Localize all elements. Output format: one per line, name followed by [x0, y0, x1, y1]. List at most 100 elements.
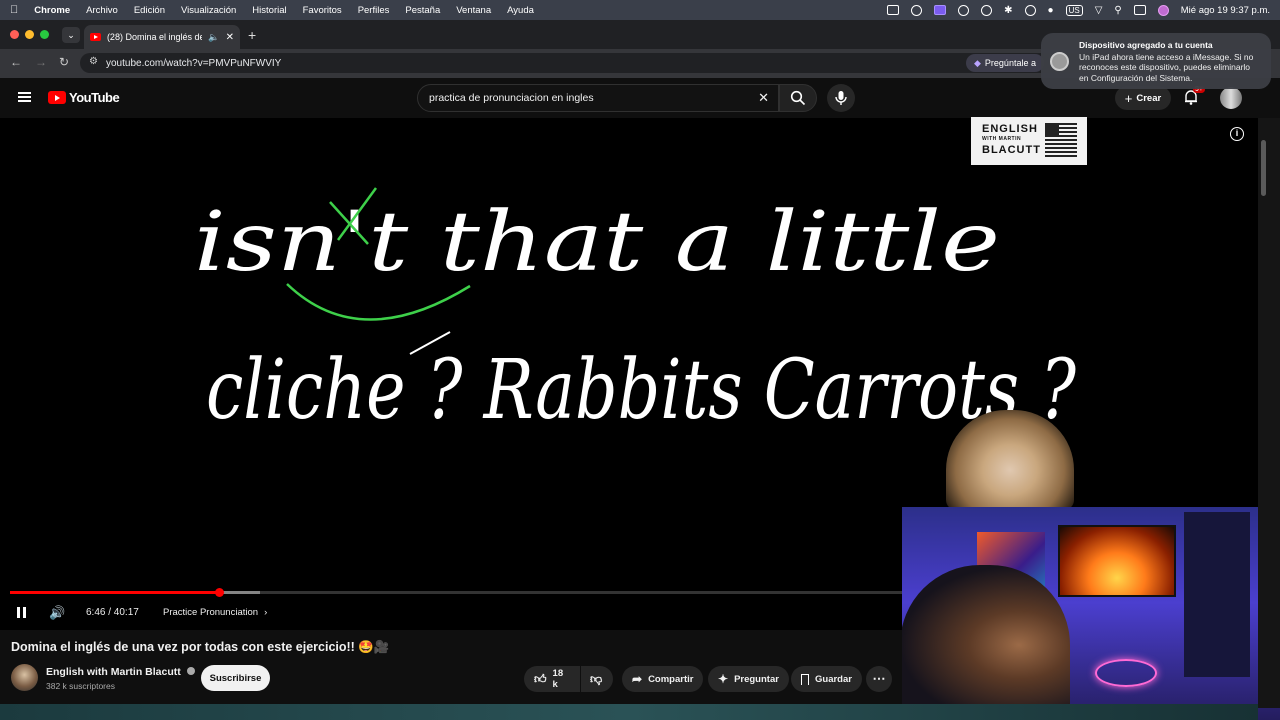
new-tab-button[interactable]: + — [248, 27, 256, 43]
channel-avatar[interactable] — [11, 664, 38, 691]
save-label: Guardar — [815, 673, 852, 685]
clock-icon[interactable] — [981, 4, 993, 16]
airdrop-icon[interactable] — [1024, 4, 1036, 16]
screen-record-icon[interactable] — [934, 5, 947, 15]
system-notification[interactable]: Dispositivo agregado a tu cuenta Un iPad… — [1041, 33, 1271, 89]
search-query: practica de pronunciacion en ingles — [429, 92, 594, 104]
control-center-icon[interactable] — [1133, 5, 1146, 15]
logo-line-3: BLACUTT — [982, 144, 1041, 156]
pause-button[interactable] — [15, 606, 29, 620]
subscribe-button[interactable]: Suscribirse — [201, 665, 270, 691]
dislike-button[interactable]: 👎︎ — [581, 666, 613, 692]
gemini-icon: ◆ — [974, 57, 981, 68]
youtube-favicon-icon — [90, 33, 101, 41]
like-button[interactable]: 👍︎ 18 k — [524, 666, 580, 692]
us-flag-icon — [1045, 123, 1077, 157]
youtube-logo[interactable]: YouTube — [48, 90, 120, 105]
site-info-icon[interactable]: ⚙ — [89, 56, 98, 67]
notification-app-icon — [1050, 52, 1069, 71]
minimize-window-button[interactable] — [25, 30, 34, 39]
gemini-ask-button[interactable]: ◆ Pregúntale a — [966, 54, 1044, 72]
macos-menubar:  Chrome Archivo Edición Visualización H… — [0, 0, 1280, 20]
menu-ventana[interactable]: Ventana — [456, 5, 491, 16]
search-icon — [790, 90, 806, 106]
menu-ayuda[interactable]: Ayuda — [507, 5, 534, 16]
plus-icon: + — [1124, 90, 1133, 106]
keyboard-layout[interactable]: US — [1065, 4, 1083, 16]
tab-audio-icon[interactable]: 🔈 — [208, 32, 219, 43]
search-input[interactable]: practica de pronunciacion en ingles ✕ — [417, 84, 779, 112]
reload-button[interactable]: ↻ — [59, 55, 69, 69]
channel-watermark-logo[interactable]: ENGLISH WITH MARTIN BLACUTT — [971, 117, 1087, 165]
share-button[interactable]: ➦ Compartir — [622, 666, 704, 692]
apple-menu-icon[interactable]:  — [10, 4, 18, 16]
tapestry-right — [1184, 512, 1250, 677]
notifications-button[interactable]: 9+ — [1184, 86, 1205, 107]
microphone-icon — [835, 91, 847, 105]
menu-edicion[interactable]: Edición — [134, 5, 165, 16]
create-label: Crear — [1136, 92, 1162, 104]
share-label: Compartir — [648, 673, 694, 685]
voice-search-button[interactable] — [827, 84, 855, 112]
menu-historial[interactable]: Historial — [252, 5, 286, 16]
menu-app-name[interactable]: Chrome — [34, 5, 70, 16]
notification-title: Dispositivo agregado a tu cuenta — [1079, 40, 1213, 50]
webcam-overlay — [902, 507, 1280, 720]
hamburger-menu-icon[interactable] — [18, 92, 31, 102]
time-display: 6:46 / 40:17 — [86, 607, 139, 618]
screen-share-icon[interactable] — [887, 5, 900, 15]
menu-perfiles[interactable]: Perfiles — [358, 5, 390, 16]
bookmark-icon — [801, 673, 809, 685]
account-avatar[interactable] — [1220, 87, 1242, 109]
more-icon: ⋯ — [872, 671, 886, 686]
info-icon[interactable]: i — [1230, 127, 1244, 141]
bluetooth-icon[interactable]: ✱ — [1004, 5, 1012, 16]
menu-archivo[interactable]: Archivo — [86, 5, 118, 16]
chevron-right-icon: › — [264, 607, 268, 618]
tab-title: (28) Domina el inglés de u — [106, 32, 203, 42]
forward-button[interactable]: → — [35, 55, 47, 69]
close-tab-icon[interactable]: ✕ — [226, 32, 234, 43]
menu-favoritos[interactable]: Favoritos — [303, 5, 342, 16]
tab-youtube[interactable]: (28) Domina el inglés de u 🔈 ✕ — [84, 25, 240, 49]
clear-search-icon[interactable]: ✕ — [758, 90, 769, 106]
menu-visualizacion[interactable]: Visualización — [181, 5, 236, 16]
siri-icon[interactable] — [1157, 4, 1169, 16]
ask-button[interactable]: ✦ Preguntar — [708, 666, 789, 692]
scrollbar-thumb[interactable] — [1261, 140, 1266, 196]
channel-name[interactable]: English with Martin Blacutt — [46, 666, 195, 678]
back-button[interactable]: ← — [10, 55, 22, 69]
url-text: youtube.com/watch?v=PMVPuNFWVIY — [106, 57, 282, 69]
youtube-logo-icon — [48, 91, 66, 104]
chapter-button[interactable]: Practice Pronunciation › — [163, 607, 267, 618]
user-icon[interactable]: ● — [1048, 5, 1054, 16]
menubar-datetime[interactable]: Mié ago 19 9:37 p.m. — [1181, 5, 1270, 16]
desktop-strip — [0, 704, 1258, 720]
more-actions-button[interactable]: ⋯ — [866, 666, 892, 692]
wifi-icon[interactable]: ▽ — [1095, 5, 1103, 16]
save-button[interactable]: Guardar — [791, 666, 862, 692]
search-button[interactable] — [779, 84, 817, 112]
thumbs-up-icon: 👍︎ — [534, 671, 547, 686]
presenter-overlay — [938, 410, 1080, 510]
ask-label: Preguntar — [734, 673, 779, 685]
gemini-ask-label: Pregúntale a — [984, 58, 1036, 68]
maximize-window-button[interactable] — [40, 30, 49, 39]
volume-button[interactable]: 🔊 — [49, 605, 65, 621]
tab-search-button[interactable]: ⌄ — [62, 27, 80, 43]
sync-icon[interactable] — [911, 4, 923, 16]
spotlight-search-icon[interactable]: ⚲ — [1114, 5, 1121, 16]
youtube-logo-text: YouTube — [69, 90, 120, 105]
subscriber-count: 382 k suscriptores — [46, 681, 115, 691]
neon-sign — [1095, 659, 1157, 687]
logo-line-1: ENGLISH — [982, 123, 1038, 135]
fireplace-screen — [1058, 525, 1176, 597]
play-status-icon[interactable] — [958, 4, 970, 16]
menu-pestana[interactable]: Pestaña — [405, 5, 440, 16]
page-scrollbar[interactable] — [1258, 118, 1280, 708]
progress-played — [10, 591, 219, 594]
create-button[interactable]: + Crear — [1115, 86, 1171, 110]
like-count: 18 k — [552, 668, 564, 690]
progress-scrubber[interactable] — [215, 588, 224, 597]
close-window-button[interactable] — [10, 30, 19, 39]
